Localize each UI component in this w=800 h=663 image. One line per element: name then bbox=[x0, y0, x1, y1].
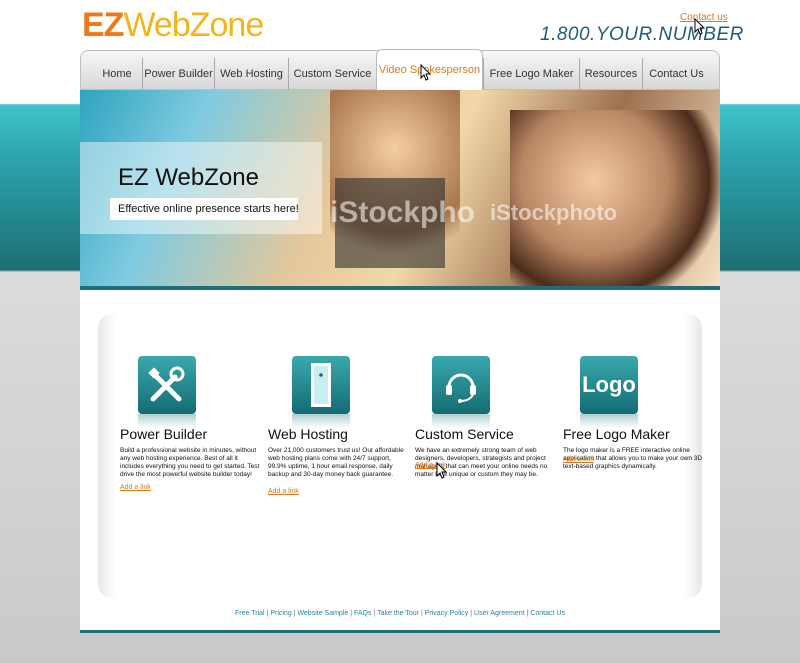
footer-link-take-the-tour[interactable]: Take the Tour bbox=[377, 610, 419, 617]
headset-icon[interactable] bbox=[432, 356, 490, 428]
tab-free-logo-maker-label: Free Logo Maker bbox=[489, 68, 574, 80]
main-content: Power Builder Build a professional websi… bbox=[80, 290, 720, 632]
tab-web-hosting[interactable]: Web Hosting bbox=[214, 58, 288, 90]
site-logo[interactable]: EZWebZone bbox=[82, 6, 264, 45]
mouse-cursor-icon bbox=[420, 64, 432, 81]
mouse-cursor-icon bbox=[436, 462, 448, 479]
feature-title: Custom Service bbox=[415, 426, 514, 442]
tab-power-builder-label: Power Builder bbox=[144, 68, 213, 80]
logo-webzone-text: WebZone bbox=[123, 6, 264, 44]
main-nav: Home Power Builder Web Hosting Custom Se… bbox=[80, 49, 720, 90]
add-link-button[interactable]: Add a link bbox=[268, 488, 299, 495]
watermark-text-2: iStockphoto bbox=[490, 200, 618, 225]
footer-link-free-trial[interactable]: Free Trial bbox=[235, 610, 265, 617]
tab-custom-service-label: Custom Service bbox=[293, 68, 372, 80]
tab-custom-service[interactable]: Custom Service bbox=[288, 58, 376, 90]
tab-contact-us-label: Contact Us bbox=[649, 68, 704, 80]
tab-free-logo-maker[interactable]: Free Logo Maker bbox=[483, 58, 579, 90]
tab-resources[interactable]: Resources bbox=[579, 58, 642, 90]
add-link-button[interactable]: Add a link bbox=[120, 484, 151, 491]
tab-resources-label: Resources bbox=[584, 68, 638, 80]
phone-number: 1.800.YOUR.NUMBER bbox=[540, 24, 744, 45]
feature-title: Power Builder bbox=[120, 426, 208, 442]
footer-link-pricing[interactable]: Pricing bbox=[270, 610, 291, 617]
feature-description: Build a professional website in minutes,… bbox=[120, 447, 260, 478]
feature-title: Free Logo Maker bbox=[563, 426, 670, 442]
hero-title: EZ WebZone bbox=[118, 164, 259, 191]
feature-title: Web Hosting bbox=[268, 426, 348, 442]
logo-icon[interactable]: Logo bbox=[580, 356, 638, 428]
hero-subtitle: Effective online presence starts here! bbox=[118, 203, 299, 215]
watermark-text: iStockpho bbox=[330, 196, 476, 229]
logo-icon-text: Logo bbox=[582, 372, 636, 397]
hero-banner: iStockpho iStockphoto EZ WebZone Effecti… bbox=[80, 90, 720, 286]
server-icon[interactable] bbox=[292, 356, 350, 428]
hero-person-woman bbox=[510, 110, 720, 286]
tools-icon[interactable] bbox=[138, 356, 196, 428]
footer-link-privacy-policy[interactable]: Privacy Policy bbox=[425, 610, 469, 617]
footer-link-faqs[interactable]: FAQs bbox=[354, 610, 372, 617]
mouse-cursor-icon bbox=[694, 18, 706, 35]
features-panel: Power Builder Build a professional websi… bbox=[98, 314, 702, 598]
add-link-button[interactable]: Add a link bbox=[563, 456, 594, 463]
tab-power-builder[interactable]: Power Builder bbox=[142, 58, 214, 90]
footer-divider bbox=[80, 630, 720, 633]
footer-link-website-sample[interactable]: Website Sample bbox=[297, 610, 348, 617]
footer-link-user-agreement[interactable]: User Agreement bbox=[474, 610, 525, 617]
tab-web-hosting-label: Web Hosting bbox=[220, 68, 283, 80]
tab-contact-us[interactable]: Contact Us bbox=[642, 58, 710, 90]
tab-home[interactable]: Home bbox=[92, 58, 142, 90]
feature-description: Over 21,000 customers trust us! Our affo… bbox=[268, 447, 404, 478]
tab-home-label: Home bbox=[102, 68, 132, 80]
footer-link-contact-us[interactable]: Contact Us bbox=[530, 610, 565, 617]
logo-ez-text: EZ bbox=[82, 6, 124, 44]
footer-links: Free Trial | Pricing | Website Sample | … bbox=[235, 610, 565, 617]
